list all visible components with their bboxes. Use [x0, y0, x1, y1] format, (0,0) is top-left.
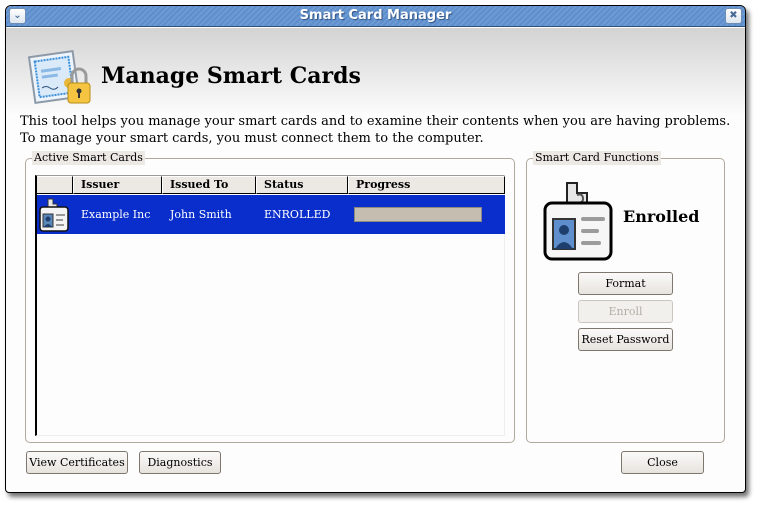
smart-card-functions-frame: Smart Card Functions Enrolled Format Enr…	[526, 151, 725, 443]
row-icon-cell	[37, 195, 73, 234]
card-status-label: Enrolled	[623, 207, 700, 226]
enroll-button[interactable]: Enroll	[578, 300, 673, 323]
column-header-issuer[interactable]: Issuer	[73, 176, 162, 194]
reset-password-button[interactable]: Reset Password	[578, 328, 673, 351]
column-header-icon[interactable]	[37, 176, 73, 194]
active-smart-cards-label: Active Smart Cards	[32, 151, 145, 165]
id-badge-icon	[39, 198, 69, 232]
smart-card-functions-label: Smart Card Functions	[533, 151, 661, 165]
title-bar[interactable]: ⌄ Smart Card Manager ✖	[6, 6, 745, 27]
table-header: Issuer Issued To Status Progress	[37, 176, 505, 194]
close-icon[interactable]: ✖	[725, 8, 742, 24]
smart-card-manager-window: ⌄ Smart Card Manager ✖ Manage Smart Card…	[5, 5, 746, 493]
table-row[interactable]: Example Inc John Smith ENROLLED	[37, 195, 505, 234]
column-header-progress[interactable]: Progress	[348, 176, 505, 194]
view-certificates-button[interactable]: View Certificates	[26, 451, 128, 474]
close-button[interactable]: Close	[621, 451, 704, 474]
cell-issuer: Example Inc	[81, 208, 151, 221]
id-badge-icon	[543, 182, 613, 261]
description-line-1: This tool helps you manage your smart ca…	[20, 114, 731, 129]
smart-cards-table[interactable]: Issuer Issued To Status Progress Example…	[35, 175, 505, 436]
description: This tool helps you manage your smart ca…	[20, 113, 730, 147]
page-title: Manage Smart Cards	[101, 63, 361, 89]
cell-issued-to: John Smith	[170, 208, 232, 221]
active-smart-cards-frame: Active Smart Cards Issuer Issued To Stat…	[25, 151, 515, 443]
certificate-lock-icon	[28, 50, 91, 104]
progress-bar	[354, 207, 482, 222]
column-header-issued-to[interactable]: Issued To	[162, 176, 256, 194]
description-line-2: To manage your smart cards, you must con…	[20, 131, 484, 146]
diagnostics-button[interactable]: Diagnostics	[139, 451, 221, 474]
column-header-status[interactable]: Status	[256, 176, 348, 194]
cell-status: ENROLLED	[264, 208, 331, 221]
window-title: Smart Card Manager	[299, 8, 452, 23]
format-button[interactable]: Format	[578, 272, 673, 295]
header-banner: Manage Smart Cards	[6, 28, 745, 113]
